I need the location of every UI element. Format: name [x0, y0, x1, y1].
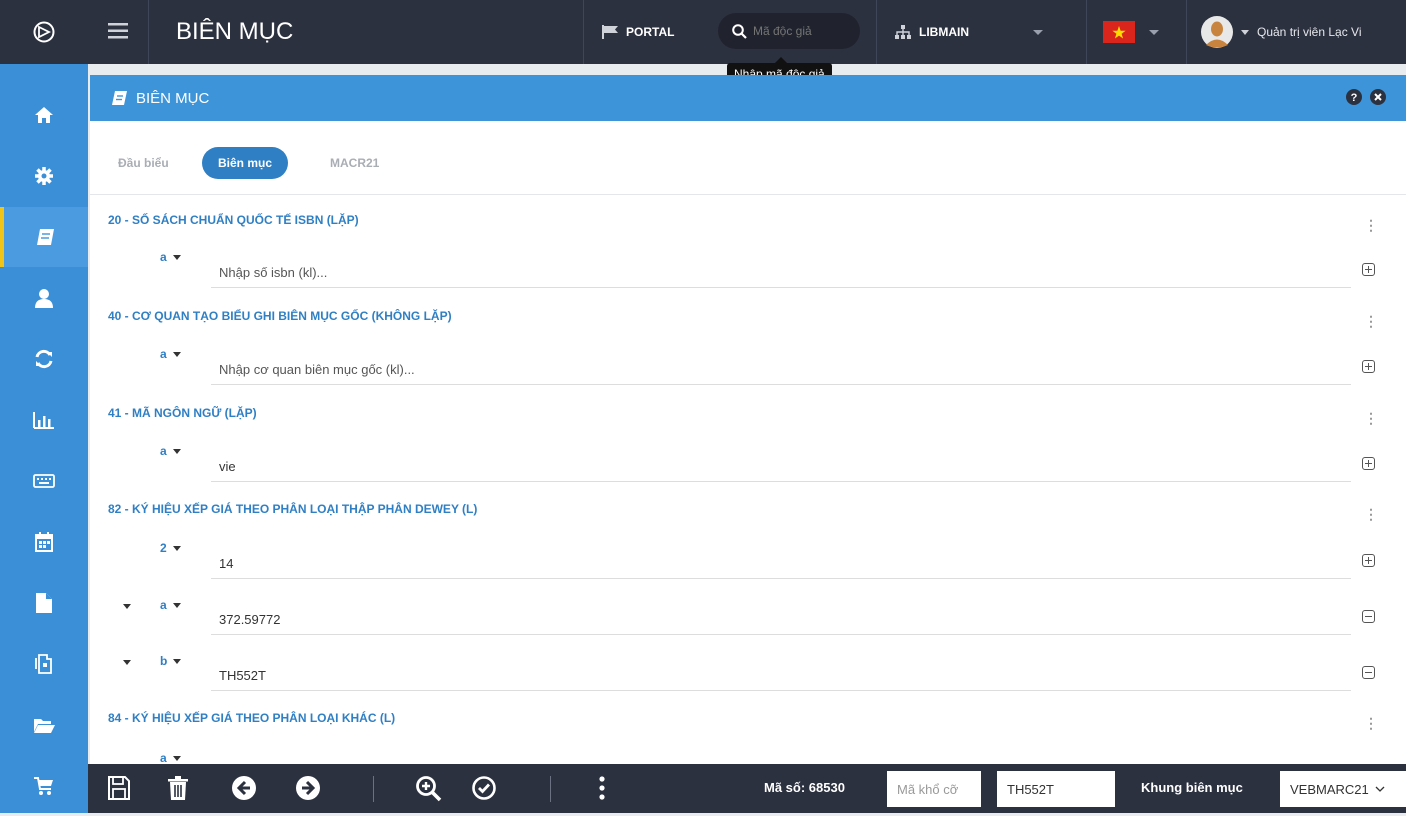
panel-title: BIÊN MỤC — [136, 89, 210, 107]
record-id: Mã số: 68530 — [764, 780, 845, 795]
more-options-icon[interactable]: ⋮ — [1364, 715, 1378, 732]
language-selector[interactable] — [1086, 0, 1186, 64]
frame-label: Khung biên mục — [1141, 780, 1243, 795]
subfield-input[interactable] — [211, 653, 1351, 691]
reader-search[interactable] — [718, 13, 860, 49]
help-icon[interactable]: ? — [1346, 89, 1362, 105]
library-selector[interactable]: LIBMAIN — [876, 0, 1086, 64]
indicator-dropdown-icon[interactable] — [123, 604, 131, 609]
copy-icon[interactable] — [0, 634, 88, 694]
more-options-icon[interactable]: ⋮ — [1364, 506, 1378, 523]
home-icon[interactable] — [0, 85, 88, 145]
subfield-input[interactable] — [211, 597, 1351, 635]
portal-button[interactable]: PORTAL — [583, 0, 717, 64]
book-icon[interactable] — [0, 207, 88, 267]
size-code-input[interactable] — [887, 771, 981, 807]
subfield-code[interactable]: a — [160, 250, 181, 264]
calendar-icon[interactable] — [0, 512, 88, 572]
portal-label: PORTAL — [626, 25, 675, 39]
check-circle-icon[interactable] — [472, 776, 496, 800]
subfield-code[interactable]: a — [160, 347, 181, 361]
book-icon — [112, 91, 127, 105]
caret-down-icon — [1241, 29, 1249, 35]
divider — [148, 0, 149, 64]
user-name: Quản trị viên Lạc Vi — [1257, 25, 1362, 39]
field-title: 40 - CƠ QUAN TẠO BIỂU GHI BIÊN MỤC GỐC (… — [108, 309, 452, 323]
chevron-down-icon — [1149, 29, 1159, 35]
subfield-code[interactable]: 2 — [160, 541, 181, 555]
flag-icon — [602, 25, 618, 39]
subfield-input[interactable] — [211, 541, 1351, 579]
field-title: 84 - KÝ HIỆU XẾP GIÁ THEO PHÂN LOẠI KHÁC… — [108, 711, 396, 725]
add-subfield-icon[interactable] — [1362, 360, 1375, 373]
add-subfield-icon[interactable] — [1362, 554, 1375, 567]
more-options-icon[interactable]: ⋮ — [1364, 313, 1378, 330]
avatar — [1201, 16, 1233, 48]
subfield-code[interactable]: a — [160, 751, 181, 765]
user-menu[interactable]: Quản trị viên Lạc Vi — [1186, 0, 1406, 64]
chevron-down-icon — [1033, 29, 1043, 35]
divider — [373, 776, 374, 802]
reader-search-input[interactable] — [753, 24, 847, 38]
file-icon[interactable] — [0, 573, 88, 633]
sitemap-icon — [895, 25, 911, 39]
field-title: 41 - MÃ NGÔN NGỮ (LẶP) — [108, 406, 257, 420]
subfield-code[interactable]: b — [160, 654, 182, 668]
tab-bien-muc[interactable]: Biên mục — [202, 147, 289, 179]
more-options-icon[interactable]: ⋮ — [1364, 217, 1378, 234]
bar-chart-icon[interactable] — [0, 390, 88, 450]
folder-icon[interactable] — [0, 695, 88, 755]
subfield-input[interactable] — [211, 347, 1351, 385]
cart-icon[interactable] — [0, 756, 88, 816]
bottom-toolbar: Mã số: 68530 Khung biên mục VEBMARC21 — [88, 764, 1406, 813]
page-title: BIÊN MỤC — [176, 18, 294, 45]
more-options-icon[interactable]: ⋮ — [1364, 410, 1378, 427]
svg-text:?: ? — [1351, 92, 1358, 104]
arrow-right-icon[interactable] — [296, 776, 320, 800]
user-icon[interactable] — [0, 268, 88, 328]
trash-icon[interactable] — [168, 776, 188, 800]
zoom-in-icon[interactable] — [416, 776, 442, 802]
keyboard-icon[interactable] — [0, 451, 88, 511]
library-label: LIBMAIN — [919, 25, 969, 39]
save-icon[interactable] — [108, 776, 130, 800]
panel-header: BIÊN MỤC ? — [90, 75, 1406, 121]
add-subfield-icon[interactable] — [1362, 457, 1375, 470]
field-title: 82 - KÝ HIỆU XẾP GIÁ THEO PHÂN LOẠI THẬP… — [108, 502, 478, 516]
arrow-left-icon[interactable] — [232, 776, 256, 800]
chevron-down-icon — [1375, 786, 1385, 792]
sidebar — [0, 0, 88, 813]
frame-value: VEBMARC21 — [1290, 781, 1369, 797]
catalog-panel: BIÊN MỤC ? Đầu biểu Biên mục MACR21 20 -… — [90, 75, 1406, 813]
tab-bar: Đầu biểu Biên mục MACR21 — [90, 121, 1406, 195]
refresh-icon[interactable] — [0, 329, 88, 389]
subfield-code[interactable]: a — [160, 598, 181, 612]
field-title: 20 - SỐ SÁCH CHUẨN QUỐC TẾ ISBN (LẶP) — [108, 213, 359, 227]
call-number-input[interactable] — [997, 771, 1115, 807]
menu-icon[interactable] — [108, 22, 128, 45]
close-icon[interactable] — [1370, 89, 1386, 105]
top-bar: BIÊN MỤC PORTAL LIBMAIN Quản trị viên Lạ… — [88, 0, 1406, 64]
add-subfield-icon[interactable] — [1362, 263, 1375, 276]
gear-icon[interactable] — [0, 146, 88, 206]
subfield-code[interactable]: a — [160, 444, 181, 458]
frame-select[interactable]: VEBMARC21 — [1280, 771, 1406, 807]
logo-icon[interactable] — [0, 0, 88, 64]
tab-macr21[interactable]: MACR21 — [330, 147, 379, 179]
remove-subfield-icon[interactable] — [1362, 666, 1375, 679]
indicator-dropdown-icon[interactable] — [123, 660, 131, 665]
subfield-input[interactable] — [211, 444, 1351, 482]
tab-dau-bieu[interactable]: Đầu biểu — [118, 147, 169, 179]
divider — [550, 776, 551, 802]
vietnam-flag-icon — [1103, 21, 1135, 43]
search-icon — [732, 23, 747, 39]
more-vertical-icon[interactable] — [599, 776, 605, 800]
subfield-input[interactable] — [211, 250, 1351, 288]
remove-subfield-icon[interactable] — [1362, 610, 1375, 623]
